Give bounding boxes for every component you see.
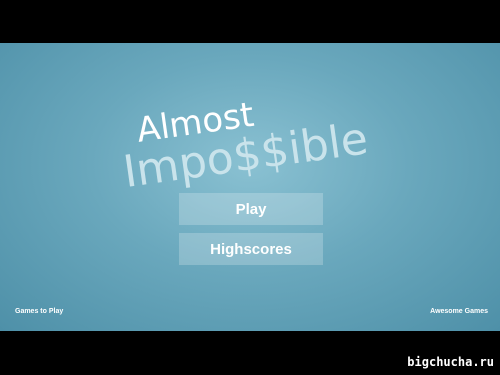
awesome-games-link[interactable]: Awesome Games [430, 308, 488, 315]
games-to-play-link[interactable]: Games to Play [15, 308, 63, 315]
watermark: bigchucha.ru [407, 355, 494, 369]
play-button[interactable]: Play [179, 193, 323, 225]
highscores-button[interactable]: Highscores [179, 233, 323, 265]
game-screen: Almost Impo$$ible Play Highscores Games … [0, 43, 500, 331]
game-logo: Almost Impo$$ible [0, 43, 500, 258]
